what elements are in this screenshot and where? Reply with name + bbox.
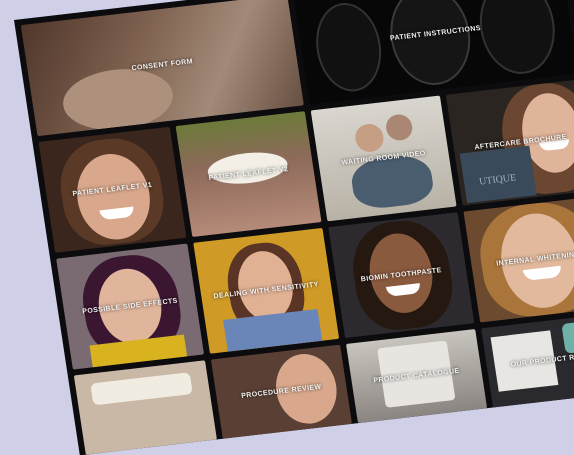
dental-scan-image <box>383 0 477 90</box>
tile-aftercare-brochure[interactable]: UTIQUE AFTERCARE BROCHURE <box>445 79 574 206</box>
product-image <box>561 318 574 354</box>
tile-our-product-range[interactable]: OUR PRODUCT RANGE <box>481 312 574 408</box>
tile-patient-leaflet-v1[interactable]: PATIENT LEAFLET V1 <box>38 126 187 253</box>
tile-internal-whitening[interactable]: INTERNAL WHITENING <box>463 196 574 323</box>
tile-patient-leaflet-v2[interactable]: PATIENT LEAFLET V2 <box>175 111 322 237</box>
tile-waiting-room-video[interactable]: WAITING ROOM VIDEO <box>310 95 457 222</box>
tile-procedure-review[interactable]: PROCEDURE REVIEW <box>210 344 353 439</box>
tile-teeth-chart[interactable] <box>73 360 217 455</box>
tile-dealing-with-sensitivity[interactable]: DEALING WITH SENSITIVITY <box>193 227 340 354</box>
tile-possible-side-effects[interactable]: POSSIBLE SIDE EFFECTS <box>56 243 205 370</box>
dental-scan-image <box>473 0 562 78</box>
tile-biomin-toothpaste[interactable]: BIOMIN TOOTHPASTE <box>328 212 475 339</box>
people-image <box>353 122 386 154</box>
resource-board: CONSENT FORM PATIENT INSTRUCTIONS PATIEN… <box>14 0 574 455</box>
resource-grid: CONSENT FORM PATIENT INSTRUCTIONS PATIEN… <box>20 0 574 455</box>
tile-product-catalogue[interactable]: PRODUCT CATALOGUE <box>346 329 488 424</box>
people-image <box>384 113 415 142</box>
teeth-image <box>90 372 193 406</box>
